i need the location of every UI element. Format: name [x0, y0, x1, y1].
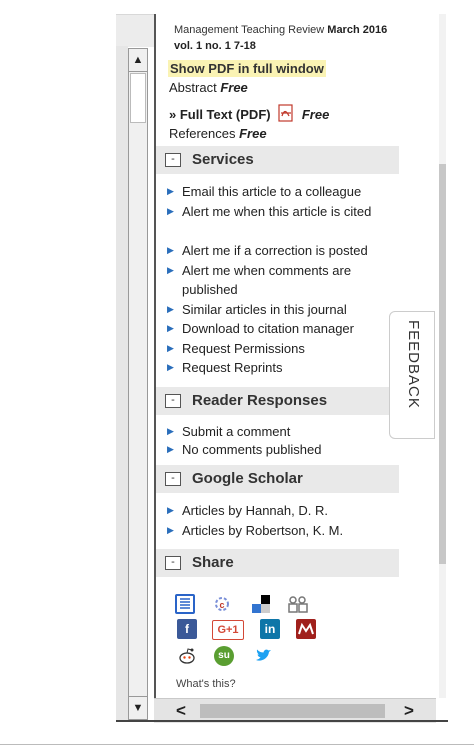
scholar-item-label[interactable]: Articles by Robertson, K. M. — [182, 523, 343, 538]
service-item-label[interactable]: Download to citation manager — [182, 321, 354, 336]
left-vertical-scrollbar[interactable]: ▲ ▼ — [128, 48, 148, 720]
stumbleupon-icon[interactable]: su — [214, 646, 234, 666]
scroll-down-arrow-icon[interactable]: ▼ — [129, 696, 147, 719]
service-item-alert-comments[interactable]: ▶ Alert me when comments are published — [167, 261, 394, 299]
fulltext-pdf-link[interactable]: » Full Text (PDF) — [169, 107, 271, 122]
citeulike-icon[interactable] — [175, 594, 195, 614]
horizontal-scroll-thumb[interactable] — [200, 704, 385, 718]
scroll-thumb[interactable] — [130, 73, 146, 123]
journal-name: Management Teaching Review — [174, 24, 325, 36]
scroll-right-arrow-icon[interactable]: > — [404, 701, 414, 721]
scroll-left-arrow-icon[interactable]: < — [176, 701, 186, 721]
services-header[interactable]: - Services — [156, 146, 399, 174]
right-vertical-scrollbar[interactable] — [439, 14, 446, 698]
service-item-label[interactable]: Request Permissions — [182, 341, 305, 356]
bullet-arrow-icon: ▶ — [167, 343, 174, 353]
whats-this-link[interactable]: What's this? — [176, 678, 236, 690]
bullet-arrow-icon: ▶ — [167, 186, 174, 196]
window-bottom-border — [116, 720, 448, 722]
service-item-label[interactable]: Email this article to a colleague — [182, 184, 361, 199]
service-item-permissions[interactable]: ▶ Request Permissions — [167, 339, 394, 358]
citation: Management Teaching Review March 2016 vo… — [174, 22, 394, 54]
response-item-none: ▶ No comments published — [167, 440, 394, 459]
citation-volume: vol. 1 no. 1 7-18 — [174, 40, 256, 52]
scroll-thumb[interactable] — [439, 164, 446, 564]
bullet-arrow-icon: ▶ — [167, 426, 174, 436]
service-item-similar[interactable]: ▶ Similar articles in this journal — [167, 300, 394, 319]
svg-text:c: c — [219, 600, 224, 610]
service-item-reprints[interactable]: ▶ Request Reprints — [167, 358, 394, 377]
scholar-item-label[interactable]: Articles by Hannah, D. R. — [182, 503, 328, 518]
bullet-arrow-icon: ▶ — [167, 362, 174, 372]
window-frame-top — [116, 14, 154, 47]
pdf-icon[interactable] — [278, 104, 294, 122]
service-item-label[interactable]: Similar articles in this journal — [182, 302, 347, 317]
scholar-item-robertson[interactable]: ▶ Articles by Robertson, K. M. — [167, 521, 394, 540]
service-item-label[interactable]: Request Reprints — [182, 360, 282, 375]
google-plus-icon[interactable]: G+1 — [212, 620, 244, 640]
service-item-label[interactable]: Alert me when comments are published — [182, 263, 351, 297]
citation-date: March 2016 — [327, 24, 388, 36]
twitter-icon[interactable] — [253, 646, 273, 666]
abstract-free-label: Free — [220, 80, 248, 95]
collapse-toggle-icon[interactable]: - — [165, 556, 181, 570]
fulltext-free-label: Free — [301, 107, 330, 122]
bullet-arrow-icon: ▶ — [167, 265, 174, 275]
bullet-arrow-icon: ▶ — [167, 444, 174, 454]
references-free-label: Free — [239, 126, 267, 141]
abstract-link[interactable]: Abstract — [169, 80, 217, 95]
service-item-label[interactable]: Alert me if a correction is posted — [182, 243, 368, 258]
collapse-toggle-icon[interactable]: - — [165, 153, 181, 167]
response-item-label: No comments published — [182, 442, 322, 457]
delicious-icon[interactable] — [251, 594, 271, 614]
services-title: Services — [192, 151, 254, 168]
response-item-label[interactable]: Submit a comment — [182, 424, 290, 439]
bullet-arrow-icon: ▶ — [167, 206, 174, 216]
article-sidebar-panel: Management Teaching Review March 2016 vo… — [154, 14, 399, 704]
bullet-arrow-icon: ▶ — [167, 525, 174, 535]
feedback-label[interactable]: FEEDBACK — [405, 320, 422, 440]
service-item-download-citation[interactable]: ▶ Download to citation manager — [167, 319, 394, 338]
bullet-arrow-icon: ▶ — [167, 304, 174, 314]
scholar-item-hannah[interactable]: ▶ Articles by Hannah, D. R. — [167, 501, 394, 520]
share-title: Share — [192, 554, 234, 571]
bullet-arrow-icon: ▶ — [167, 245, 174, 255]
abstract-row: Abstract Free — [169, 80, 248, 95]
collapse-toggle-icon[interactable]: - — [165, 394, 181, 408]
service-item-email[interactable]: ▶ Email this article to a colleague — [167, 182, 394, 201]
feedback-tab[interactable]: FEEDBACK — [389, 311, 435, 439]
service-item-alert-cited[interactable]: ▶ Alert me when this article is cited — [167, 202, 394, 221]
google-scholar-header[interactable]: - Google Scholar — [156, 465, 399, 493]
bullet-arrow-icon: ▶ — [167, 505, 174, 515]
mendeley-icon[interactable] — [296, 619, 316, 639]
response-item-submit[interactable]: ▶ Submit a comment — [167, 422, 394, 441]
digg-icon[interactable] — [287, 594, 308, 614]
google-scholar-title: Google Scholar — [192, 470, 303, 487]
reader-responses-title: Reader Responses — [192, 392, 328, 409]
reddit-icon[interactable] — [177, 646, 197, 666]
facebook-icon[interactable]: f — [177, 619, 197, 639]
references-row: References Free — [169, 126, 267, 141]
show-pdf-full-window-link[interactable]: Show PDF in full window — [168, 60, 326, 77]
collapse-toggle-icon[interactable]: - — [165, 472, 181, 486]
reader-responses-header[interactable]: - Reader Responses — [156, 387, 399, 415]
bullet-arrow-icon: ▶ — [167, 323, 174, 333]
service-item-alert-correction[interactable]: ▶ Alert me if a correction is posted — [167, 241, 394, 260]
left-window-edge — [116, 46, 128, 720]
fulltext-row: » Full Text (PDF) Free — [169, 104, 329, 122]
references-link[interactable]: References — [169, 126, 235, 141]
share-header[interactable]: - Share — [156, 549, 399, 577]
service-item-label[interactable]: Alert me when this article is cited — [182, 204, 371, 219]
page-bottom-divider — [0, 744, 474, 745]
scroll-up-arrow-icon[interactable]: ▲ — [129, 49, 147, 72]
linkedin-icon[interactable]: in — [260, 619, 280, 639]
connotea-icon[interactable]: c — [212, 594, 232, 614]
